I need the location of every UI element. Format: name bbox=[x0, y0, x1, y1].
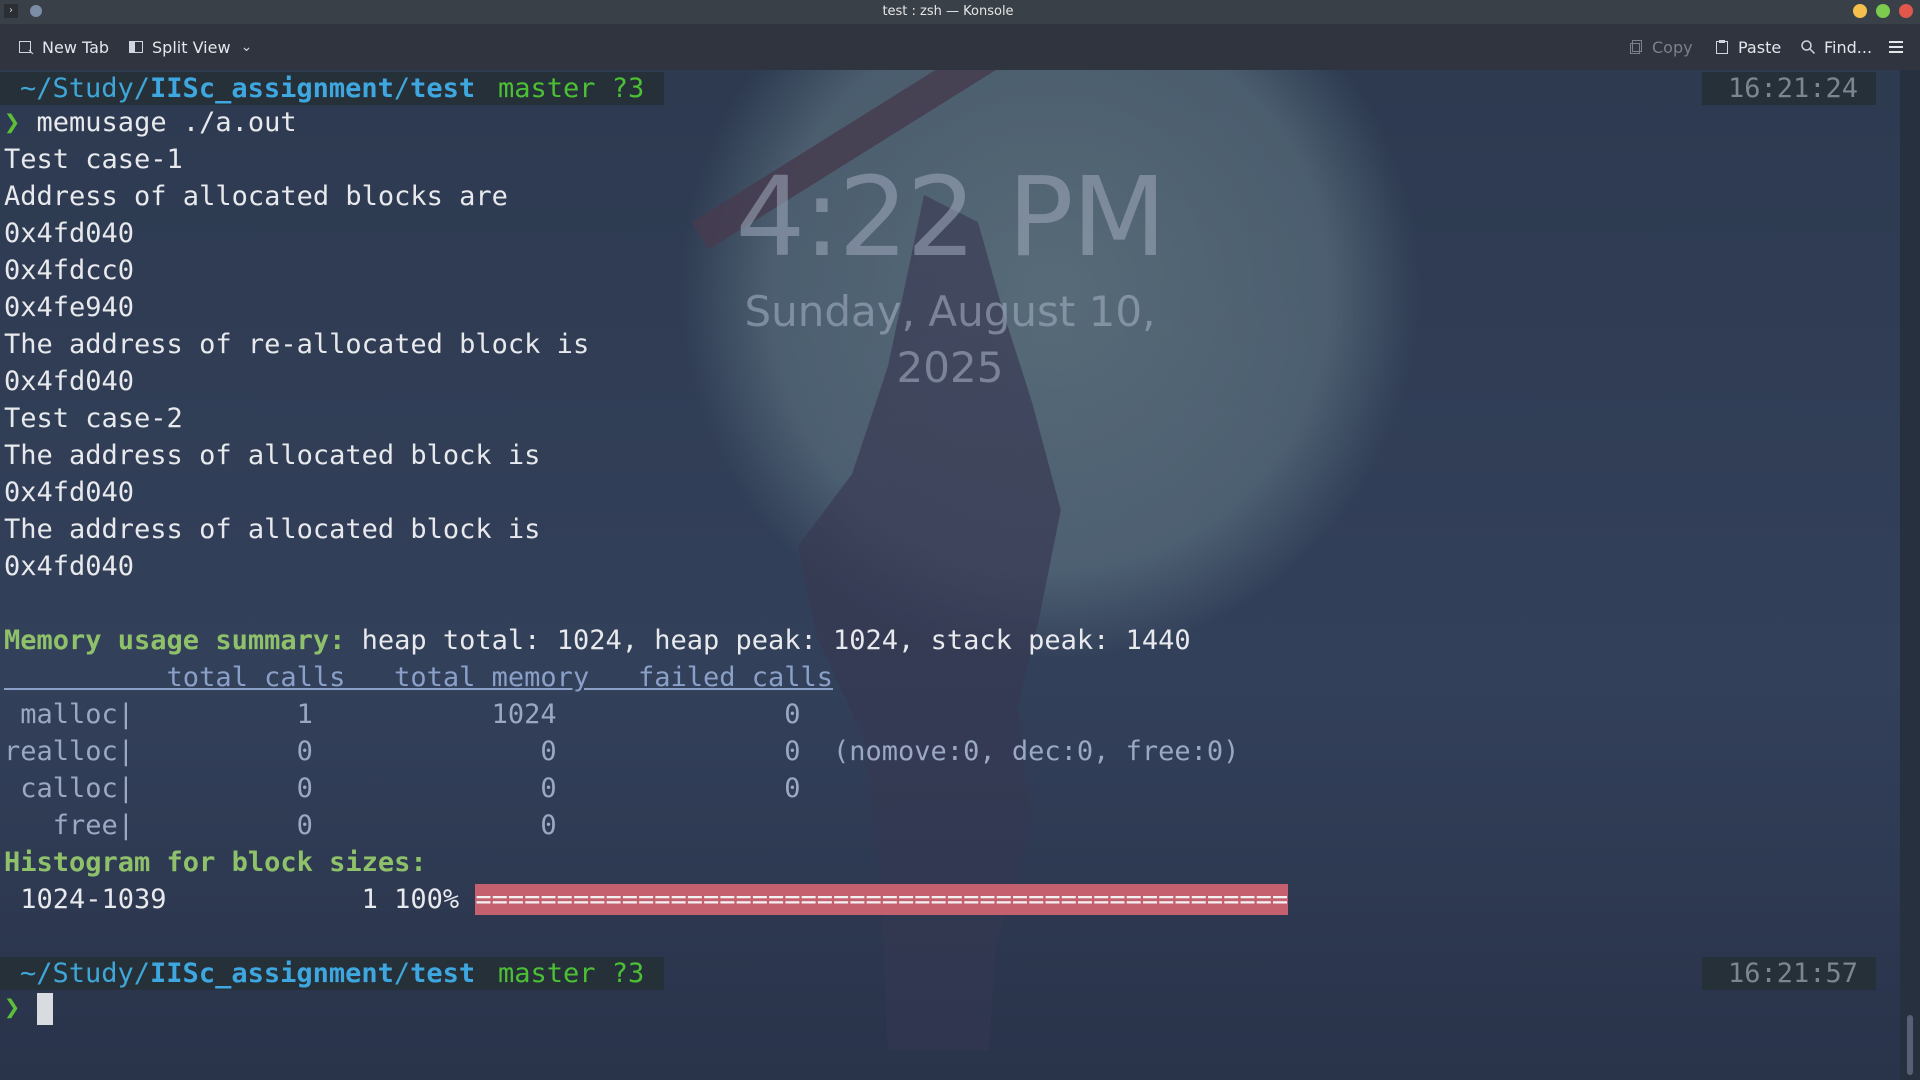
new-tab-icon bbox=[18, 39, 34, 55]
wallpaper-date: Sunday, August 10, 2025 bbox=[740, 284, 1160, 396]
path-leaf: test bbox=[410, 73, 476, 104]
new-tab-button[interactable]: New Tab bbox=[18, 36, 109, 58]
prompt-time: 16:21:57 bbox=[1702, 957, 1877, 990]
terminal-view[interactable]: 4:22 PM Sunday, August 10, 2025 ~/Study/… bbox=[0, 70, 1900, 1080]
prompt-git-status: master ?3 bbox=[478, 72, 665, 105]
summary-row-free: free| 0 0 bbox=[4, 810, 557, 841]
output-line: 0x4fdcc0 bbox=[4, 255, 135, 286]
command-text: memusage ./a.out bbox=[36, 107, 297, 138]
paste-icon bbox=[1714, 39, 1730, 55]
output-line: Test case-2 bbox=[4, 403, 183, 434]
prompt-symbol: ❯ bbox=[4, 107, 21, 138]
path-slash: / bbox=[393, 958, 411, 989]
summary-label: Memory usage summary: bbox=[4, 625, 346, 656]
memory-summary-line: Memory usage summary: heap total: 1024, … bbox=[4, 622, 1191, 659]
output-line: 0x4fd040 bbox=[4, 218, 135, 249]
chevron-down-icon: ⌄ bbox=[240, 39, 253, 55]
output-line: 0x4fd040 bbox=[4, 551, 135, 582]
output-line: The address of re-allocated block is bbox=[4, 329, 590, 360]
scrollbar[interactable] bbox=[1900, 70, 1920, 1080]
summary-text: heap total: 1024, heap peak: 1024, stack… bbox=[345, 625, 1191, 656]
copy-icon bbox=[1628, 39, 1644, 55]
split-view-icon bbox=[128, 39, 144, 55]
path-dir: IISc_assignment bbox=[150, 73, 394, 104]
new-tab-label: New Tab bbox=[42, 37, 110, 57]
output-line: The address of allocated block is bbox=[4, 440, 541, 471]
minimize-button[interactable] bbox=[1853, 4, 1867, 18]
histogram-row: 1024-1039 1 100% =======================… bbox=[4, 881, 1289, 918]
paste-button[interactable]: Paste bbox=[1714, 36, 1781, 58]
copy-button[interactable]: Copy bbox=[1628, 36, 1693, 58]
scrollbar-thumb[interactable] bbox=[1907, 1015, 1913, 1075]
prompt-time: 16:21:24 bbox=[1702, 72, 1877, 105]
output-line: 0x4fd040 bbox=[4, 366, 135, 397]
input-line[interactable]: ❯ bbox=[4, 989, 53, 1026]
summary-row-malloc: malloc| 1 1024 0 bbox=[4, 699, 801, 730]
title-bar: › test : zsh — Konsole bbox=[0, 0, 1920, 24]
prompt-symbol: ❯ bbox=[4, 992, 21, 1023]
copy-label: Copy bbox=[1652, 37, 1693, 57]
histogram-range: 1024-1039 1 100% bbox=[4, 884, 476, 915]
output-line: 0x4fd040 bbox=[4, 477, 135, 508]
window-title: test : zsh — Konsole bbox=[882, 4, 1014, 19]
path-leaf: test bbox=[410, 958, 476, 989]
wallpaper-date-line1: Sunday, August 10, bbox=[744, 287, 1156, 336]
summary-row-calloc: calloc| 0 0 0 bbox=[4, 773, 801, 804]
paste-label: Paste bbox=[1738, 37, 1782, 57]
summary-table-header: total calls total memory failed calls bbox=[4, 662, 834, 693]
histogram-label: Histogram for block sizes: bbox=[4, 847, 427, 878]
prompt-path: ~/Study/IISc_assignment/test bbox=[0, 72, 490, 105]
command-line: ❯ memusage ./a.out bbox=[4, 104, 297, 141]
split-view-button[interactable]: Split View ⌄ bbox=[128, 36, 255, 58]
path-prefix: ~/Study/ bbox=[20, 958, 151, 989]
path-prefix: ~/Study/ bbox=[20, 73, 151, 104]
maximize-button[interactable] bbox=[1876, 4, 1890, 18]
text-cursor bbox=[36, 992, 53, 1025]
toolbar: New Tab Split View ⌄ Copy Paste Find... bbox=[0, 24, 1920, 71]
prompt-git-status: master ?3 bbox=[478, 957, 665, 990]
summary-row-realloc: realloc| 0 0 0 (nomove:0, dec:0, free:0) bbox=[4, 736, 1240, 767]
find-label: Find... bbox=[1824, 37, 1873, 57]
output-line: The address of allocated block is bbox=[4, 514, 541, 545]
find-button[interactable]: Find... bbox=[1800, 36, 1872, 58]
output-line: 0x4fe940 bbox=[4, 292, 135, 323]
wallpaper-date-line2: 2025 bbox=[896, 343, 1004, 392]
hamburger-menu-button[interactable] bbox=[1888, 36, 1904, 58]
path-slash: / bbox=[393, 73, 411, 104]
split-view-label: Split View bbox=[152, 37, 231, 57]
path-dir: IISc_assignment bbox=[150, 958, 394, 989]
prompt-path: ~/Study/IISc_assignment/test bbox=[0, 957, 490, 990]
close-button[interactable] bbox=[1899, 4, 1913, 18]
search-icon bbox=[1800, 39, 1816, 55]
histogram-bar: ========================================… bbox=[475, 884, 1289, 915]
wallpaper-clock: 4:22 PM bbox=[735, 153, 1166, 281]
hamburger-menu-icon bbox=[1888, 39, 1904, 55]
output-line: Address of allocated blocks are bbox=[4, 181, 508, 212]
output-line: Test case-1 bbox=[4, 144, 183, 175]
